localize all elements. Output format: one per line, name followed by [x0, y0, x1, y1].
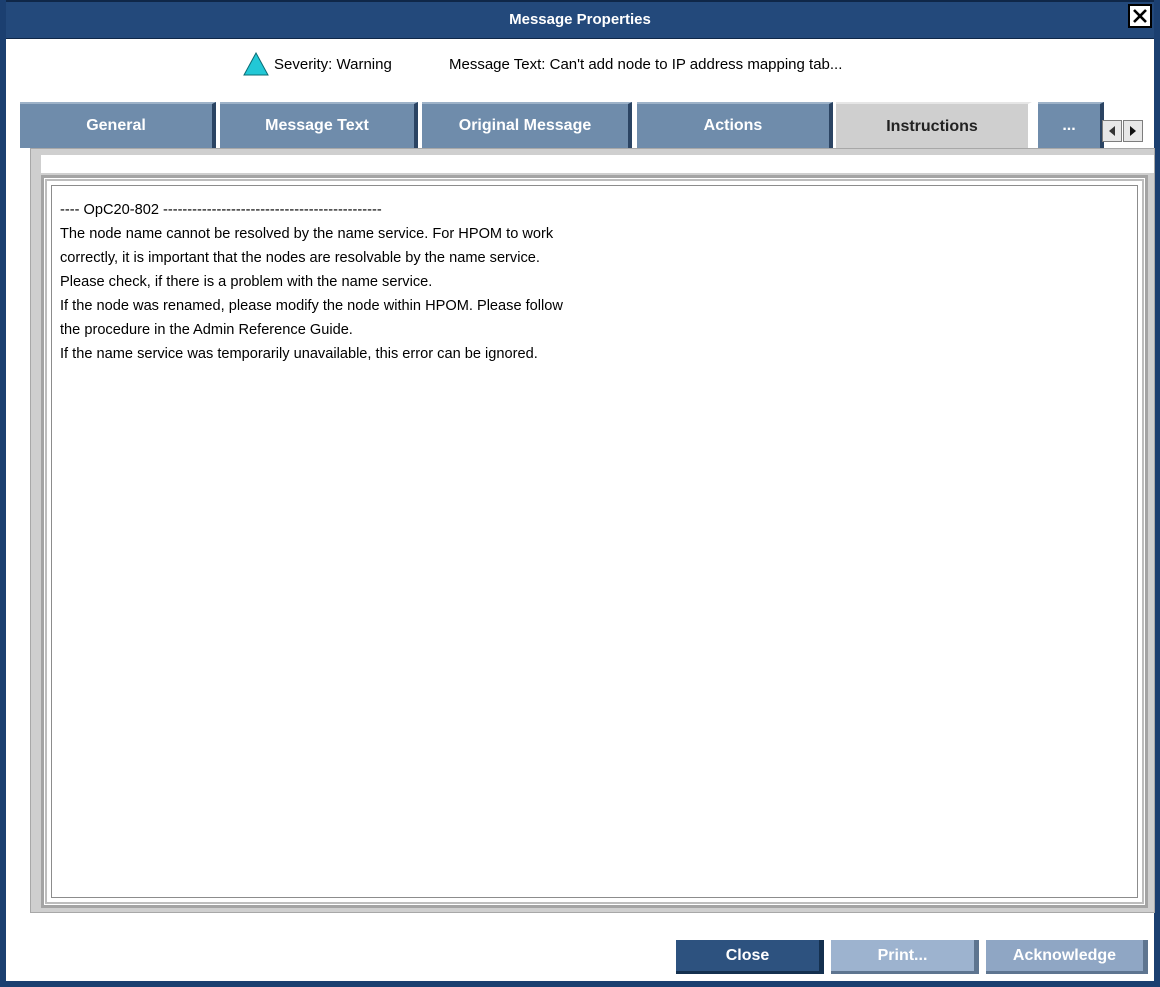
window-title: Message Properties — [509, 11, 651, 28]
tab-message-text[interactable]: Message Text — [220, 102, 418, 148]
close-icon[interactable] — [1128, 4, 1152, 28]
message-properties-dialog: Message Properties Severity: Warning Mes… — [0, 0, 1160, 987]
instruction-line: Please check, if there is a problem with… — [60, 274, 433, 290]
scroll-right-icon[interactable] — [1123, 120, 1143, 142]
instruction-line: If the node was renamed, please modify t… — [60, 298, 563, 314]
message-text-label: Message Text: Can't add node to IP addre… — [449, 56, 843, 73]
tab-instructions[interactable]: Instructions — [836, 102, 1032, 150]
instructions-text-frame: ---- OpC20-802 -------------------------… — [41, 175, 1148, 908]
instructions-text-area[interactable]: ---- OpC20-802 -------------------------… — [51, 185, 1138, 898]
close-x-glyph — [1133, 9, 1147, 23]
severity-label: Severity: Warning — [274, 56, 392, 73]
acknowledge-button[interactable]: Acknowledge — [986, 940, 1148, 974]
instruction-line: correctly, it is important that the node… — [60, 250, 540, 266]
tab-general[interactable]: General — [20, 102, 216, 148]
instructions-panel: ---- OpC20-802 -------------------------… — [30, 148, 1155, 913]
scroll-left-icon[interactable] — [1102, 120, 1122, 142]
tab-bar: General Message Text Original Message Ac… — [20, 102, 1150, 150]
title-bar[interactable]: Message Properties — [6, 0, 1154, 39]
tab-original-message[interactable]: Original Message — [422, 102, 632, 148]
instruction-line: ---- OpC20-802 -------------------------… — [60, 202, 382, 218]
close-button[interactable]: Close — [676, 940, 824, 974]
tab-more[interactable]: ... — [1038, 102, 1104, 148]
panel-strip — [41, 155, 1154, 173]
print-button[interactable]: Print... — [831, 940, 979, 974]
warning-triangle-icon — [243, 51, 269, 80]
instruction-line: If the name service was temporarily unav… — [60, 346, 538, 362]
instruction-line: The node name cannot be resolved by the … — [60, 226, 554, 242]
instruction-line: the procedure in the Admin Reference Gui… — [60, 322, 353, 338]
message-summary: Severity: Warning Message Text: Can't ad… — [6, 51, 1154, 80]
tab-actions[interactable]: Actions — [637, 102, 833, 148]
